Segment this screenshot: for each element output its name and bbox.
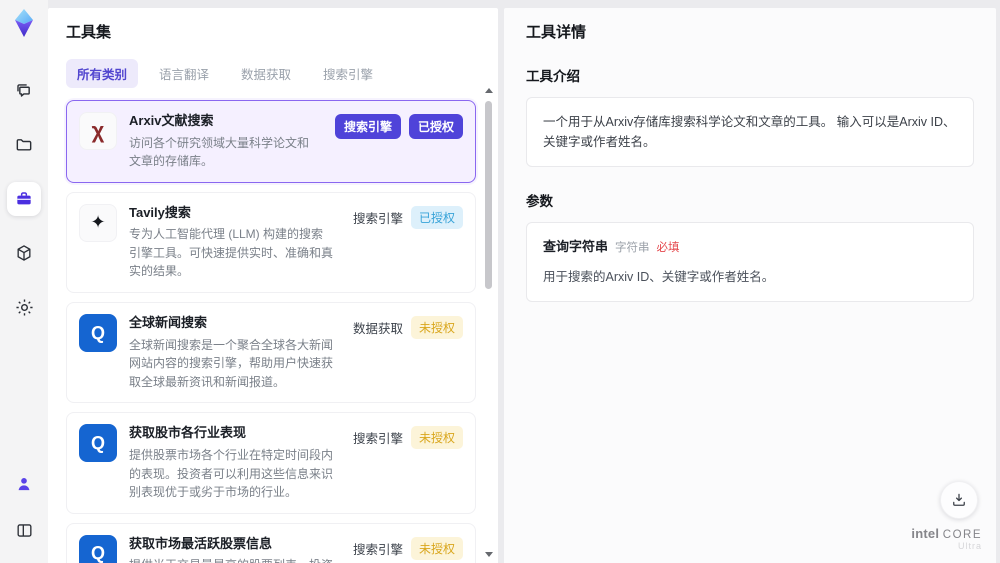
folder-icon[interactable]: [7, 128, 41, 162]
tool-name: 获取市场最活跃股票信息: [129, 535, 273, 551]
brand-ultra-text: Ultra: [957, 541, 982, 551]
tool-list-item[interactable]: 获取市场最活跃股票信息 提供当天交易量最高的股票列表。投资者可以利用这些信息来识…: [66, 522, 476, 563]
tool-name: 全球新闻搜索: [129, 315, 208, 331]
params-list: 查询字符串 字符串 必填 用于搜索的Arxiv ID、关键字或作者姓名。: [526, 222, 974, 302]
tool-category-badge: 搜索引擎: [334, 114, 401, 139]
download-icon: [953, 493, 965, 506]
tool-list-item[interactable]: 获取股市各行业表现 提供股票市场各个行业在特定时间段内的表现。投资者可以利用这些…: [66, 412, 476, 514]
cube-icon[interactable]: [7, 236, 41, 270]
tab-label: 语言翻译: [159, 68, 210, 82]
param-name: 查询字符串: [543, 239, 609, 254]
tool-name: 获取股市各行业表现: [129, 425, 247, 441]
tab-label: 数据获取: [241, 68, 292, 82]
tool-category-badge: 搜索引擎: [352, 542, 403, 557]
tool-name: Tavily搜索: [129, 204, 191, 220]
panel-toggle-icon[interactable]: [7, 513, 41, 547]
briefcase-icon[interactable]: [7, 182, 41, 216]
tool-category-badge: 数据获取: [352, 322, 403, 337]
category-tab[interactable]: 搜索引擎: [312, 59, 384, 88]
tool-auth-status-badge: 未授权: [410, 426, 463, 450]
param-description: 用于搜索的Arxiv ID、关键字或作者姓名。: [543, 269, 775, 284]
tool-category-badge: 搜索引擎: [352, 211, 403, 226]
chat-icon[interactable]: [7, 74, 41, 108]
tool-icon: [79, 424, 117, 463]
tool-name: Arxiv文献搜索: [129, 113, 214, 128]
list-scrollbar[interactable]: [483, 88, 495, 557]
scroll-down-arrow-icon[interactable]: [485, 552, 493, 557]
scroll-up-arrow-icon[interactable]: [485, 88, 493, 93]
category-tab[interactable]: 语言翻译: [148, 59, 220, 88]
tool-icon: [79, 203, 117, 242]
sidebar-bottom: [7, 467, 41, 563]
tab-label: 搜索引擎: [323, 68, 374, 82]
main-content: 工具集 所有类别 语言翻译 数据获取 搜索引擎 Arxiv文献搜索 访问各个研究…: [48, 8, 1000, 563]
brand-intel-text: intel: [911, 526, 940, 541]
tool-description: 专为人工智能代理 (LLM) 构建的搜索引擎工具。可快速提供实时、准确和真实的结…: [129, 227, 334, 279]
tool-description: 全球新闻搜索是一个聚合全球各大新闻网站内容的搜索引擎，帮助用户快速获取全球最新资…: [129, 337, 334, 389]
tool-list-item[interactable]: Arxiv文献搜索 访问各个研究领域大量科学论文和文章的存储库。 搜索引擎 已授…: [66, 100, 476, 183]
tool-list-item[interactable]: 全球新闻搜索 全球新闻搜索是一个聚合全球各大新闻网站内容的搜索引擎，帮助用户快速…: [66, 302, 476, 404]
intro-box: 一个用于从Arxiv存储库搜索科学论文和文章的工具。 输入可以是Arxiv ID…: [526, 97, 974, 167]
tool-detail-panel: 工具详情 工具介绍 一个用于从Arxiv存储库搜索科学论文和文章的工具。 输入可…: [504, 8, 996, 563]
param-type: 字符串: [615, 242, 650, 254]
app-logo-diamond-icon[interactable]: [7, 6, 41, 40]
tool-icon: [79, 112, 117, 150]
tool-icon: [79, 534, 117, 563]
detail-title: 工具详情: [526, 24, 587, 41]
tool-category-badge: 搜索引擎: [352, 432, 403, 447]
category-tabs: 所有类别 语言翻译 数据获取 搜索引擎: [66, 59, 484, 88]
sidebar: [0, 0, 48, 563]
tool-auth-status-badge: 已授权: [410, 205, 463, 229]
download-button[interactable]: [940, 481, 978, 519]
scrollbar-thumb[interactable]: [485, 101, 492, 289]
user-avatar-icon[interactable]: [7, 467, 41, 501]
category-tab[interactable]: 所有类别: [66, 59, 139, 88]
tool-description: 提供股票市场各个行业在特定时间段内的表现。投资者可以利用这些信息来识别表现优于或…: [129, 447, 334, 500]
param-box: 查询字符串 字符串 必填 用于搜索的Arxiv ID、关键字或作者姓名。: [526, 222, 974, 302]
tool-icon: [79, 314, 117, 353]
sidebar-nav: [7, 74, 41, 324]
tab-label: 所有类别: [77, 68, 128, 82]
brand-core-text: core: [942, 529, 982, 541]
gear-icon[interactable]: [7, 290, 41, 324]
tool-description: 提供当天交易量最高的股票列表。投资者可以利用这些信息来识别流动性强的股票和潜在的…: [129, 556, 335, 563]
category-tab[interactable]: 数据获取: [230, 59, 302, 88]
tool-auth-status-badge: 未授权: [410, 316, 463, 340]
tool-list-item[interactable]: Tavily搜索 专为人工智能代理 (LLM) 构建的搜索引擎工具。可快速提供实…: [66, 191, 476, 294]
intro-heading: 工具介绍: [526, 69, 580, 84]
tool-auth-status-badge: 未授权: [410, 536, 463, 560]
tool-list: Arxiv文献搜索 访问各个研究领域大量科学论文和文章的存储库。 搜索引擎 已授…: [66, 100, 484, 563]
tool-list-panel: 工具集 所有类别 语言翻译 数据获取 搜索引擎 Arxiv文献搜索 访问各个研究…: [48, 8, 498, 563]
param-required-flag: 必填: [656, 242, 680, 254]
page-title: 工具集: [66, 24, 112, 41]
params-heading: 参数: [526, 194, 553, 209]
tool-auth-status-badge: 已授权: [408, 114, 463, 139]
tool-description: 访问各个研究领域大量科学论文和文章的存储库。: [129, 135, 310, 169]
intel-core-logo: intel core Ultra: [911, 526, 982, 551]
